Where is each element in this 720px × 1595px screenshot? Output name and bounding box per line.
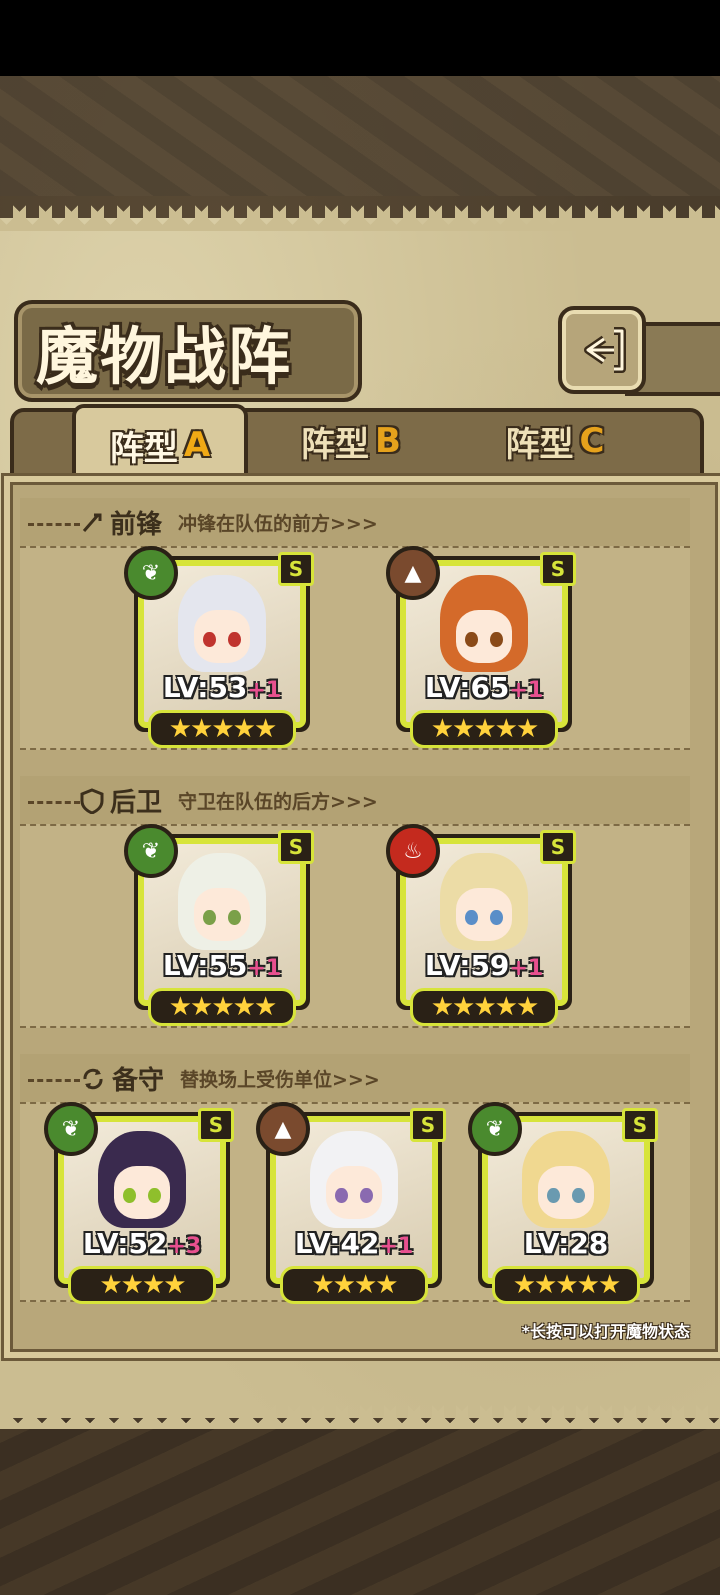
- portrait-eye: [490, 909, 503, 926]
- unit-level: LV:52+3: [64, 1227, 220, 1260]
- section-title-reserve: 备守 替换场上受伤单位>>>: [80, 1060, 380, 1097]
- portrait-eye: [228, 909, 241, 926]
- level-text: LV:28: [523, 1227, 609, 1260]
- portrait-eye: [465, 631, 478, 648]
- section-title-back: 后卫 守卫在队伍的后方>>>: [80, 782, 378, 819]
- section-name: 前锋: [110, 510, 163, 540]
- unit-card[interactable]: LV:65+1 S ▲ ★★★★★: [386, 546, 576, 748]
- grade-badge: S: [540, 830, 576, 864]
- star-rating: ★★★★: [280, 1266, 428, 1304]
- portrait-eye: [465, 909, 478, 926]
- paper-edge-bottom: [0, 1405, 720, 1429]
- back-button[interactable]: [558, 306, 646, 394]
- unit-level: LV:53+1: [144, 671, 300, 704]
- leaf-element-icon: ❦: [44, 1102, 98, 1156]
- grade-badge: S: [278, 830, 314, 864]
- long-press-hint: *长按可以打开魔物状态: [521, 1322, 690, 1341]
- tab-letter: C: [579, 421, 605, 461]
- level-text: LV:42: [294, 1227, 380, 1260]
- section-desc: 替换场上受伤单位>>>: [180, 1069, 380, 1091]
- section-name: 后卫: [110, 788, 163, 818]
- section-row-front: [20, 546, 690, 750]
- back-arrow-icon: [584, 327, 626, 373]
- level-plus: +1: [247, 956, 282, 981]
- grade-badge: S: [622, 1108, 658, 1142]
- leaf-element-icon: ❦: [124, 824, 178, 878]
- level-plus: +3: [167, 1234, 202, 1259]
- level-text: LV:55: [162, 949, 248, 982]
- portrait-eye: [360, 1187, 373, 1204]
- dash-divider: [28, 523, 80, 526]
- sword-icon: [82, 513, 102, 532]
- portrait-eye: [203, 909, 216, 926]
- section-title-front: 前锋 冲锋在队伍的前方>>>: [80, 504, 378, 541]
- tab-formation-b[interactable]: 阵型 B: [262, 410, 440, 472]
- tab-letter: B: [375, 421, 401, 461]
- paper-edge-top: [0, 205, 720, 231]
- swap-icon: [83, 1068, 103, 1089]
- star-rating: ★★★★★: [410, 710, 558, 748]
- star-rating: ★★★★★: [410, 988, 558, 1026]
- tab-formation-a[interactable]: 阵型 A: [72, 404, 248, 482]
- unit-card[interactable]: LV:59+1 S ♨ ★★★★★: [386, 824, 576, 1026]
- grade-badge: S: [278, 552, 314, 586]
- star-rating: ★★★★★: [148, 710, 296, 748]
- unit-card[interactable]: LV:42+1 S ▲ ★★★★: [256, 1102, 446, 1304]
- unit-card[interactable]: LV:55+1 S ❦ ★★★★★: [124, 824, 314, 1026]
- section-name: 备守: [112, 1066, 165, 1096]
- portrait-eye: [490, 631, 503, 648]
- unit-level: LV:28: [488, 1227, 644, 1260]
- level-plus: +1: [509, 678, 544, 703]
- level-text: LV:53: [162, 671, 248, 704]
- portrait-eye: [203, 631, 216, 648]
- leaf-element-icon: ❦: [468, 1102, 522, 1156]
- section-desc: 守卫在队伍的后方>>>: [178, 791, 378, 813]
- shield-icon: [80, 787, 104, 814]
- portrait-eye: [123, 1187, 136, 1204]
- earth-element-icon: ▲: [386, 546, 440, 600]
- tab-formation-c[interactable]: 阵型 C: [466, 410, 644, 472]
- unit-card[interactable]: LV:52+3 S ❦ ★★★★: [44, 1102, 234, 1304]
- dash-divider: [28, 801, 80, 804]
- level-text: LV:65: [424, 671, 510, 704]
- grade-badge: S: [410, 1108, 446, 1142]
- portrait-eye: [228, 631, 241, 648]
- portrait-eye: [148, 1187, 161, 1204]
- level-plus: +1: [509, 956, 544, 981]
- unit-level: LV:42+1: [276, 1227, 432, 1260]
- earth-element-icon: ▲: [256, 1102, 310, 1156]
- level-text: LV:59: [424, 949, 510, 982]
- section-desc: 冲锋在队伍的前方>>>: [178, 513, 378, 535]
- page-title: 魔物战阵: [36, 320, 293, 393]
- tab-label: 阵型: [505, 424, 574, 465]
- unit-level: LV:55+1: [144, 949, 300, 982]
- portrait-eye: [572, 1187, 585, 1204]
- star-rating: ★★★★: [68, 1266, 216, 1304]
- grade-badge: S: [540, 552, 576, 586]
- tab-label: 阵型: [109, 428, 178, 469]
- level-plus: +1: [247, 678, 282, 703]
- tab-letter: A: [183, 425, 211, 465]
- star-rating: ★★★★★: [148, 988, 296, 1026]
- level-text: LV:52: [82, 1227, 168, 1260]
- status-bar: [0, 0, 720, 76]
- unit-card[interactable]: LV:53+1 S ❦ ★★★★★: [124, 546, 314, 748]
- map-background-top: [0, 76, 720, 196]
- map-background-bottom: [0, 1420, 720, 1595]
- grade-badge: S: [198, 1108, 234, 1142]
- unit-level: LV:65+1: [406, 671, 562, 704]
- portrait-eye: [547, 1187, 560, 1204]
- unit-card[interactable]: LV:28 S ❦ ★★★★★: [468, 1102, 658, 1304]
- level-plus: +1: [379, 1234, 414, 1259]
- dash-divider: [28, 1079, 80, 1082]
- tab-label: 阵型: [301, 424, 370, 465]
- portrait-eye: [335, 1187, 348, 1204]
- fire-element-icon: ♨: [386, 824, 440, 878]
- leaf-element-icon: ❦: [124, 546, 178, 600]
- unit-level: LV:59+1: [406, 949, 562, 982]
- section-row-back: [20, 824, 690, 1028]
- star-rating: ★★★★★: [492, 1266, 640, 1304]
